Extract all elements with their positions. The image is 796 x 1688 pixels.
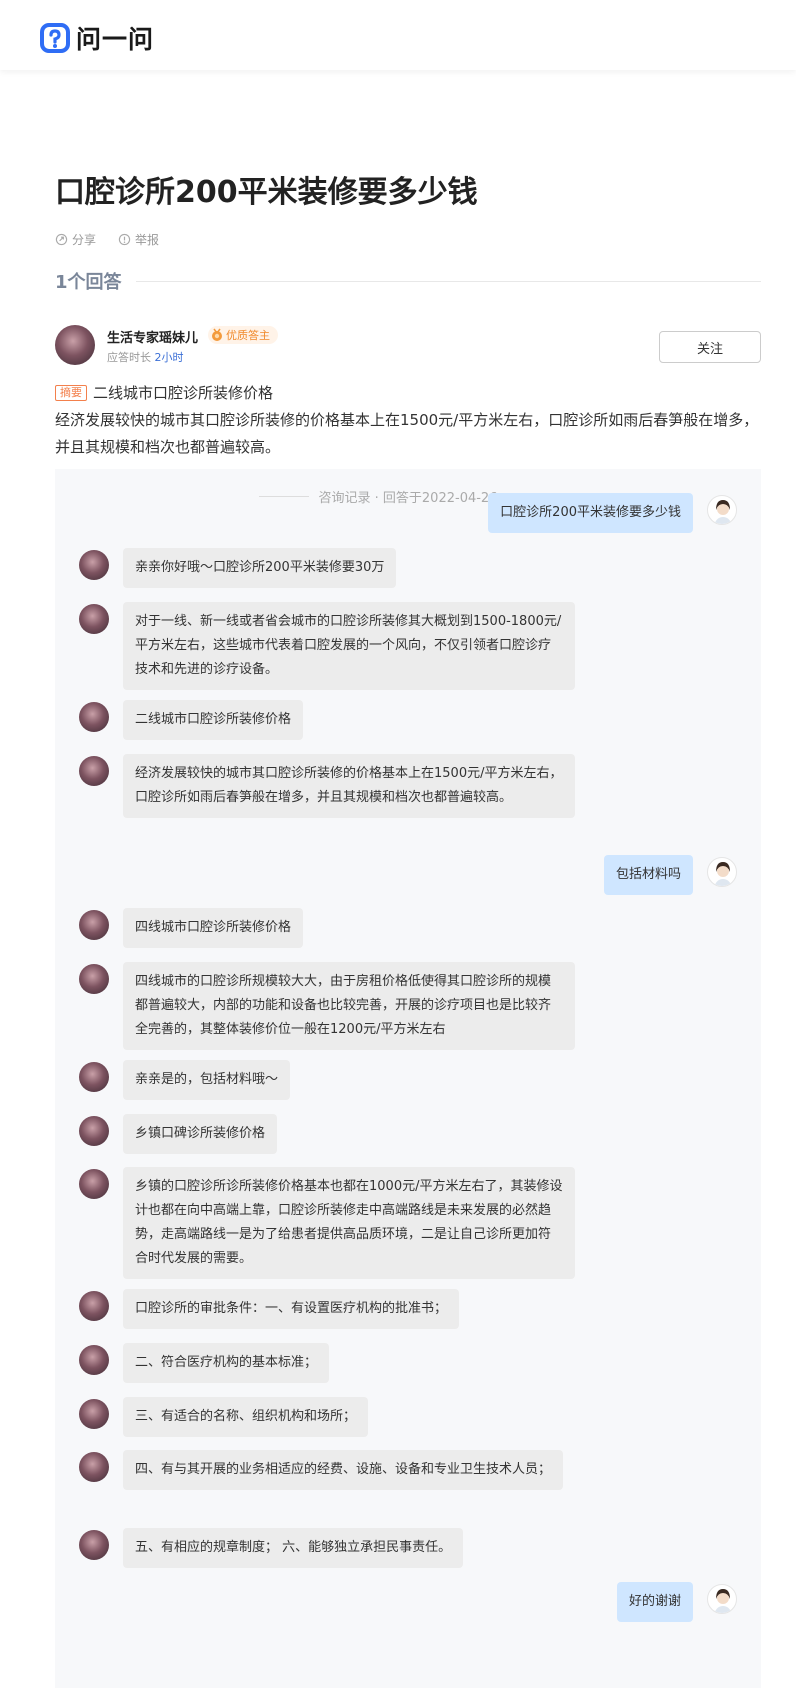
summary-heading-line: 摘要 二线城市口腔诊所装修价格 <box>55 380 761 407</box>
expert-avatar <box>79 910 109 940</box>
expert-message-bubble: 五、有相应的规章制度； 六、能够独立承担民事责任。 <box>123 1528 464 1568</box>
expert-avatar <box>79 756 109 786</box>
expert-avatar <box>79 1345 109 1375</box>
expert-message-bubble: 二、符合医疗机构的基本标准； <box>123 1343 330 1383</box>
site-logo[interactable]: 问一问 <box>40 20 154 56</box>
consultation-record: 咨询记录 · 回答于2022-04-26 口腔诊所200平米装修要多少钱亲亲你好… <box>55 469 761 1688</box>
share-label: 分享 <box>72 233 97 247</box>
response-time-label: 应答时长 <box>107 351 151 364</box>
user-avatar <box>707 1584 737 1614</box>
expert-avatar <box>79 1116 109 1146</box>
question-title: 口腔诊所200平米装修要多少钱 <box>55 175 478 210</box>
summary-heading: 二线城市口腔诊所装修价格 <box>93 384 274 402</box>
expert-message-bubble: 对于一线、新一线或者省会城市的口腔诊所装修其大概划到1500-1800元/平方米… <box>123 602 575 690</box>
response-time-value: 2小时 <box>154 351 184 364</box>
expert-avatar <box>79 1452 109 1482</box>
author-name[interactable]: 生活专家瑶妹儿 <box>107 327 198 346</box>
share-icon <box>55 233 68 246</box>
summary-body: 经济发展较快的城市其口腔诊所装修的价格基本上在1500元/平方米左右，口腔诊所如… <box>55 411 759 456</box>
expert-message-bubble: 四线城市的口腔诊所规模较大大，由于房租价格低使得其口腔诊所的规模都普遍较大，内部… <box>123 962 575 1050</box>
expert-message-bubble: 亲亲你好哦～口腔诊所200平米装修要30万 <box>123 548 397 588</box>
user-avatar <box>707 857 737 887</box>
expert-message-bubble: 三、有适合的名称、组织机构和场所； <box>123 1397 369 1437</box>
expert-message-bubble: 四、有与其开展的业务相适应的经费、设施、设备和专业卫生技术人员； <box>123 1450 564 1490</box>
expert-message-bubble: 乡镇口碑诊所装修价格 <box>123 1114 278 1154</box>
share-button[interactable]: 分享 <box>55 231 96 248</box>
summary-tag: 摘要 <box>55 385 87 401</box>
report-button[interactable]: 举报 <box>118 231 159 248</box>
expert-avatar <box>79 1291 109 1321</box>
expert-message-bubble: 经济发展较快的城市其口腔诊所装修的价格基本上在1500元/平方米左右，口腔诊所如… <box>123 754 575 818</box>
expert-message-bubble: 乡镇的口腔诊所诊所装修价格基本也都在1000元/平方米左右了，其装修设计也都在向… <box>123 1167 575 1279</box>
quality-badge: 优质答主 <box>208 326 278 344</box>
expert-message-bubble: 口腔诊所的审批条件：一、有设置医疗机构的批准书； <box>123 1289 460 1329</box>
report-icon <box>118 233 131 246</box>
user-message-bubble: 口腔诊所200平米装修要多少钱 <box>488 493 693 533</box>
expert-avatar <box>79 1530 109 1560</box>
answer-summary: 摘要 二线城市口腔诊所装修价格 经济发展较快的城市其口腔诊所装修的价格基本上在15… <box>55 380 761 461</box>
expert-avatar <box>79 1062 109 1092</box>
medal-icon <box>212 328 222 341</box>
badge-label: 优质答主 <box>226 329 270 342</box>
divider <box>135 280 761 282</box>
logo-text: 问一问 <box>76 25 155 54</box>
expert-avatar <box>79 702 109 732</box>
answer-author: 生活专家瑶妹儿 优质答主 应答时长 2小时 关注 <box>55 325 761 367</box>
user-message-bubble: 包括材料吗 <box>603 855 693 895</box>
report-label: 举报 <box>135 233 160 247</box>
user-message-bubble: 好的谢谢 <box>616 1582 693 1622</box>
expert-avatar <box>79 1169 109 1199</box>
expert-message-bubble: 二线城市口腔诊所装修价格 <box>123 700 304 740</box>
user-avatar <box>707 495 737 525</box>
expert-avatar <box>79 1399 109 1429</box>
author-avatar[interactable] <box>55 325 95 365</box>
record-header-text: 咨询记录 · 回答于2022-04-26 <box>318 491 498 506</box>
divider <box>258 496 309 497</box>
logo-icon <box>40 23 70 53</box>
follow-button[interactable]: 关注 <box>659 331 761 363</box>
expert-avatar <box>79 604 109 634</box>
expert-message-bubble: 亲亲是的，包括材料哦～ <box>123 1060 291 1100</box>
question-actions: 分享 举报 <box>55 231 159 248</box>
answers-count: 1个回答 <box>55 272 122 293</box>
expert-message-bubble: 四线城市口腔诊所装修价格 <box>123 908 304 948</box>
expert-avatar <box>79 550 109 580</box>
author-response-time: 应答时长 2小时 <box>107 349 184 365</box>
expert-avatar <box>79 964 109 994</box>
answers-header: 1个回答 <box>55 268 761 294</box>
top-bar: 问一问 <box>0 0 796 70</box>
